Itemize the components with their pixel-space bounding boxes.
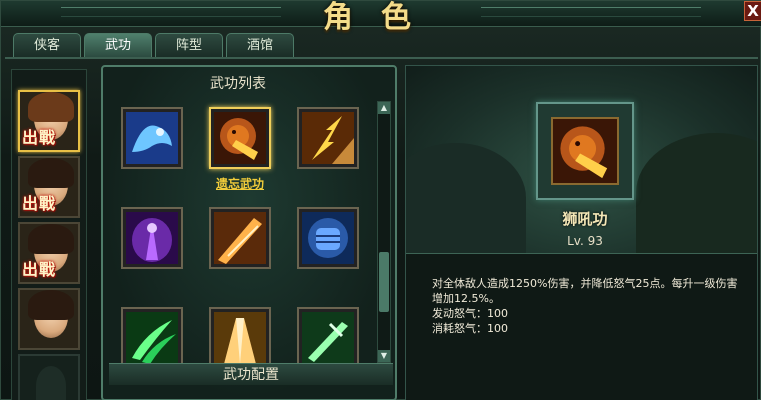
hero-hair [28, 158, 74, 188]
hero-portrait-4[interactable] [18, 288, 80, 350]
lion-roar-icon [553, 119, 617, 183]
hero-portrait-empty[interactable] [18, 354, 80, 400]
hero-hair [28, 224, 74, 254]
description-line: 增加12.5%。 [432, 292, 500, 305]
title-ornament-left [61, 7, 281, 17]
skill-detail-panel: 狮吼功 Lv. 93 对全体敌人造成1250%伤害，并降低怒气25点。每升一级伤… [405, 65, 758, 400]
lion-roar-icon [214, 112, 266, 164]
mountain-silhouette [406, 143, 526, 253]
skill-slot-4[interactable] [121, 207, 183, 269]
skill-detail-banner: 狮吼功 Lv. 93 [406, 66, 757, 254]
skill-detail-icon-frame [536, 102, 634, 200]
jade-blade-icon [302, 312, 354, 364]
hero-portrait-2[interactable]: 出戰 [18, 156, 80, 218]
skill-slot-3[interactable] [297, 107, 359, 169]
skill-list-title: 武功列表 [210, 76, 266, 92]
scroll-up-icon[interactable]: ▲ [378, 102, 390, 114]
description-line: 消耗怒气：100 [432, 322, 508, 335]
selected-skill-label[interactable]: 遗忘武功 [195, 175, 285, 192]
mountain-silhouette [636, 133, 757, 253]
skill-slot-2[interactable] [209, 107, 271, 169]
hero-hair [28, 290, 74, 320]
tab-wugong[interactable]: 武功 [84, 33, 152, 57]
skill-slot-9[interactable] [297, 307, 359, 369]
deploy-badge: 出戰 [22, 128, 57, 147]
skill-name: 狮吼功 [562, 210, 608, 228]
bamboo-leaf-icon [126, 312, 178, 364]
skill-level: Lv. 93 [567, 234, 603, 248]
skill-slot-1[interactable] [121, 107, 183, 169]
sun-palm-icon [214, 312, 266, 364]
silhouette-icon [36, 366, 66, 400]
tab-bar: 侠客 武功 阵型 酒馆 [13, 33, 294, 57]
description-line: 发动怒气：100 [432, 307, 508, 320]
character-window: 角色 X 侠客 武功 阵型 酒馆 出戰 出戰 出戰 武功列表 遗忘武功 ▲ ▼ … [0, 0, 761, 400]
golden-strike-icon [214, 212, 266, 264]
iron-fist-icon [302, 212, 354, 264]
skill-slot-7[interactable] [121, 307, 183, 369]
close-button[interactable]: X [744, 1, 761, 21]
lightning-palm-icon [302, 112, 354, 164]
scroll-down-icon[interactable]: ▼ [378, 350, 390, 362]
skill-description: 对全体敌人造成1250%伤害，并降低怒气25点。每升一级伤害 增加12.5%。 … [432, 276, 742, 336]
window-title: 角色 [323, 0, 439, 35]
deploy-badge: 出戰 [22, 194, 57, 213]
hero-hair [28, 92, 74, 122]
title-ornament-right [481, 7, 701, 17]
description-line: 对全体敌人造成1250%伤害，并降低怒气25点。每升一级伤害 [432, 277, 738, 290]
tab-zhenxing[interactable]: 阵型 [155, 33, 223, 57]
skill-list-scrollbar[interactable]: ▲ ▼ [377, 101, 391, 363]
frost-beast-icon [126, 112, 178, 164]
skill-config-button[interactable]: 武功配置 [109, 363, 393, 385]
hero-portrait-list: 出戰 出戰 出戰 [11, 69, 87, 400]
hero-portrait-3[interactable]: 出戰 [18, 222, 80, 284]
tab-underline [5, 57, 758, 59]
tab-jiuguan[interactable]: 酒馆 [226, 33, 294, 57]
tab-xiake[interactable]: 侠客 [13, 33, 81, 57]
skill-slot-6[interactable] [297, 207, 359, 269]
hero-portrait-1[interactable]: 出戰 [18, 90, 80, 152]
skill-slot-8[interactable] [209, 307, 271, 369]
title-bar: 角色 X [1, 0, 761, 35]
deploy-badge: 出戰 [22, 260, 57, 279]
skill-slot-5[interactable] [209, 207, 271, 269]
skill-detail-icon [551, 117, 619, 185]
shadow-aura-icon [126, 212, 178, 264]
scroll-thumb[interactable] [379, 252, 389, 312]
skill-list-panel: 武功列表 遗忘武功 ▲ ▼ 武功配置 [101, 65, 397, 400]
